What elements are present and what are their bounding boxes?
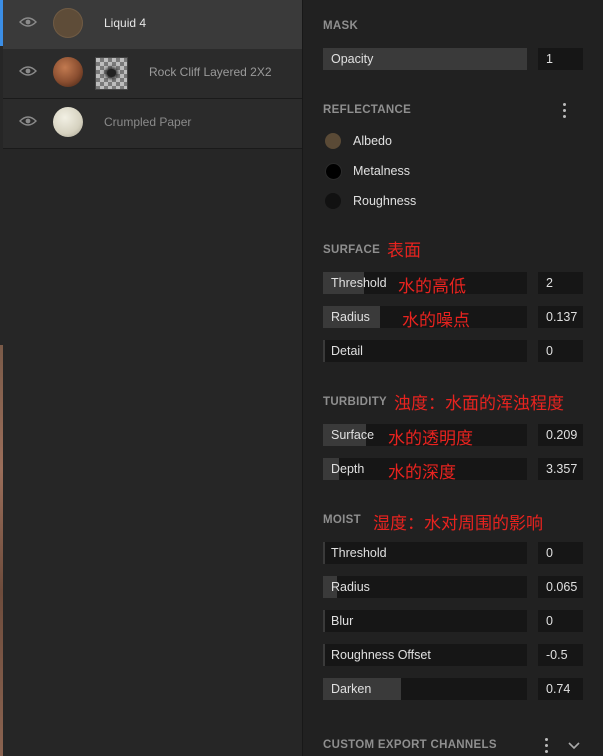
surface-annotation: 表面	[387, 241, 421, 260]
albedo-swatch[interactable]	[325, 133, 341, 149]
slider-fill	[323, 610, 325, 632]
slider-label: Surface	[331, 428, 375, 442]
moist-darken-value[interactable]: 0.74	[538, 678, 583, 700]
metalness-label: Metalness	[353, 164, 410, 178]
chevron-down-icon[interactable]	[568, 741, 580, 751]
material-thumbnail	[53, 8, 83, 38]
surface-radius-value[interactable]: 0.137	[538, 306, 583, 328]
reflectance-more-icon[interactable]	[563, 103, 567, 119]
moist-threshold-slider[interactable]: Threshold	[323, 542, 527, 564]
section-title-custom-export: CUSTOM EXPORT CHANNELS	[323, 739, 497, 751]
slider-fill	[323, 340, 325, 362]
section-title-turbidity: TURBIDITY	[323, 396, 388, 408]
slider-label: Darken	[331, 682, 372, 696]
slider-label: Detail	[331, 344, 363, 358]
layers-panel: Liquid 4 Rock Cliff Layered 2X2 Crumpled…	[0, 0, 303, 756]
slider-label: Blur	[331, 614, 354, 628]
viewport-edge	[0, 345, 3, 756]
moist-radius-slider[interactable]: Radius	[323, 576, 527, 598]
visibility-eye-icon[interactable]	[19, 115, 37, 127]
moist-radius-value[interactable]: 0.065	[538, 576, 583, 598]
properties-panel: MASK Opacity 1 REFLECTANCE Albedo Metaln…	[303, 0, 603, 756]
layer-name: Liquid 4	[104, 16, 147, 30]
radius-annotation: 水的噪点	[402, 311, 470, 330]
moist-blur-slider[interactable]: Blur	[323, 610, 527, 632]
slider-fill	[323, 644, 325, 666]
surface-threshold-value[interactable]: 2	[538, 272, 583, 294]
material-thumbnail	[53, 57, 83, 87]
turbidity-surface-value[interactable]: 0.209	[538, 424, 583, 446]
section-title-moist: MOIST	[323, 514, 361, 526]
visibility-eye-icon[interactable]	[19, 16, 37, 28]
surface-annotation: 水的透明度	[388, 429, 473, 448]
threshold-annotation: 水的高低	[398, 277, 466, 296]
layer-row-rock-cliff[interactable]: Rock Cliff Layered 2X2	[3, 49, 302, 99]
slider-label: Depth	[331, 462, 365, 476]
slider-label: Opacity	[331, 52, 374, 66]
moist-darken-slider[interactable]: Darken	[323, 678, 527, 700]
roughness-swatch[interactable]	[325, 193, 341, 209]
layer-name: Crumpled Paper	[104, 115, 192, 129]
visibility-eye-icon[interactable]	[19, 65, 37, 77]
turbidity-annotation: 浊度：水面的浑浊程度	[394, 394, 564, 413]
albedo-label: Albedo	[353, 134, 392, 148]
layer-row-liquid[interactable]: Liquid 4	[0, 0, 302, 50]
opacity-value-field[interactable]: 1	[538, 48, 583, 70]
moist-roughness-offset-value[interactable]: -0.5	[538, 644, 583, 666]
layer-name: Rock Cliff Layered 2X2	[149, 65, 272, 79]
slider-label: Radius	[331, 310, 370, 324]
roughness-label: Roughness	[353, 194, 417, 208]
slider-label: Threshold	[331, 546, 387, 560]
slider-fill	[323, 542, 325, 564]
depth-annotation: 水的深度	[388, 463, 456, 482]
surface-detail-slider[interactable]: Detail	[323, 340, 527, 362]
moist-blur-value[interactable]: 0	[538, 610, 583, 632]
section-title-mask: MASK	[323, 20, 359, 32]
moist-annotation: 湿度：水对周围的影响	[373, 514, 543, 533]
mask-thumbnail[interactable]	[95, 57, 128, 90]
section-title-reflectance: REFLECTANCE	[323, 104, 412, 116]
turbidity-depth-value[interactable]: 3.357	[538, 458, 583, 480]
material-thumbnail	[53, 107, 83, 137]
layer-row-crumpled-paper[interactable]: Crumpled Paper	[3, 99, 302, 149]
section-title-surface: SURFACE	[323, 244, 381, 256]
moist-threshold-value[interactable]: 0	[538, 542, 583, 564]
slider-label: Threshold	[331, 276, 387, 290]
surface-detail-value[interactable]: 0	[538, 340, 583, 362]
slider-label: Radius	[331, 580, 370, 594]
moist-roughness-offset-slider[interactable]: Roughness Offset	[323, 644, 527, 666]
slider-label: Roughness Offset	[331, 648, 431, 662]
custom-export-more-icon[interactable]	[545, 738, 549, 754]
opacity-slider[interactable]: Opacity	[323, 48, 527, 70]
metalness-swatch[interactable]	[325, 163, 342, 180]
